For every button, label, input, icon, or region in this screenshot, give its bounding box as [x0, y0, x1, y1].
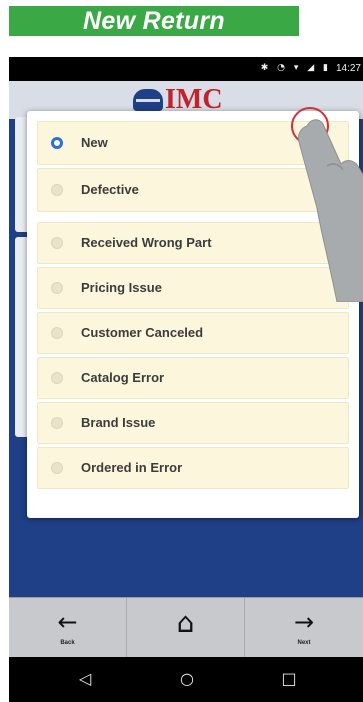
back-button[interactable]: ← Back — [9, 598, 127, 658]
option-label: Ordered in Error — [81, 460, 183, 475]
next-label: Next — [297, 640, 311, 646]
option-label: Defective — [81, 182, 139, 197]
option-label: Received Wrong Part — [81, 235, 212, 250]
home-icon: ⌂ — [176, 606, 195, 639]
radio-icon[interactable] — [51, 282, 63, 294]
option-customer-canceled[interactable]: Customer Canceled — [37, 312, 349, 354]
bottom-navigation: ← Back ⌂ → Next — [9, 597, 363, 658]
pointing-hand-icon — [298, 119, 363, 302]
next-arrow-icon: → — [293, 608, 315, 636]
option-label: Customer Canceled — [81, 325, 204, 340]
status-clock: 14:27 — [335, 63, 361, 74]
radio-icon[interactable] — [51, 462, 63, 474]
radio-icon[interactable] — [51, 237, 63, 249]
car-logo-icon — [133, 89, 163, 111]
status-icons: ✱ ◔ ▾ ◢ ▮ — [260, 63, 331, 73]
system-home-icon[interactable]: ○ — [167, 669, 207, 688]
page-title-banner: New Return — [9, 6, 299, 36]
option-label: New — [81, 135, 108, 150]
status-bar: ✱ ◔ ▾ ◢ ▮ 14:27 — [9, 57, 363, 81]
radio-icon[interactable] — [51, 184, 63, 196]
option-ordered-in-error[interactable]: Ordered in Error — [37, 447, 349, 489]
radio-icon[interactable] — [51, 327, 63, 339]
back-arrow-icon: ← — [57, 608, 78, 636]
option-label: Catalog Error — [81, 370, 165, 385]
system-recents-icon[interactable]: □ — [269, 669, 309, 688]
radio-selected-icon[interactable] — [51, 137, 63, 149]
radio-icon[interactable] — [51, 417, 63, 429]
option-label: Brand Issue — [81, 415, 156, 430]
radio-icon[interactable] — [51, 372, 63, 384]
system-navigation-bar: ◁ ○ □ — [9, 657, 363, 702]
option-label: Pricing Issue — [81, 280, 162, 295]
next-button[interactable]: → Next — [245, 598, 363, 658]
home-button[interactable]: ⌂ — [127, 598, 245, 658]
option-brand-issue[interactable]: Brand Issue — [37, 402, 349, 444]
system-back-icon[interactable]: ◁ — [65, 669, 105, 688]
back-label: Back — [60, 640, 75, 646]
option-catalog-error[interactable]: Catalog Error — [37, 357, 349, 399]
